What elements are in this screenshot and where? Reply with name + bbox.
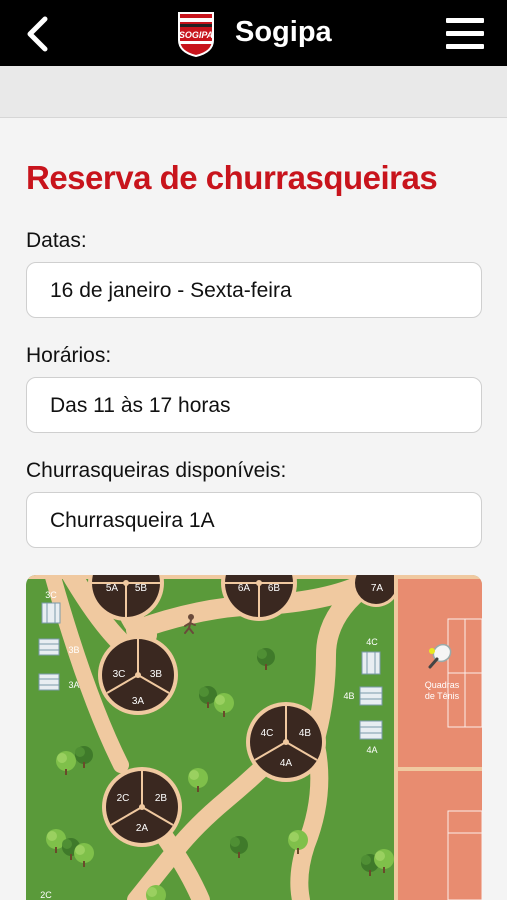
kiosk-label: 3B <box>150 669 163 680</box>
kiosk-label: 7A <box>371 583 384 594</box>
kiosk-label: 6A <box>238 583 251 594</box>
tennis-courts <box>394 575 482 900</box>
kiosk-label: 4B <box>299 728 312 739</box>
tennis-label-line2: de Tênis <box>425 691 460 701</box>
page-title: Reserva de churrasqueiras <box>26 159 438 196</box>
kiosk-label: 2B <box>155 793 168 804</box>
times-select[interactable]: Das 11 às 17 horas <box>26 377 482 433</box>
grills-select[interactable]: Churrasqueira 1A <box>26 492 482 548</box>
dates-label: Datas: <box>26 229 87 252</box>
app-header: SOGIPA Sogipa <box>0 0 507 66</box>
hamburger-menu-icon[interactable] <box>446 16 484 52</box>
table-label: 4A <box>366 745 377 755</box>
kiosk-label: 4C <box>261 728 274 739</box>
dates-value: 16 de janeiro - Sexta-feira <box>50 279 292 302</box>
kiosk-2[interactable]: 2C 2B 2A <box>102 767 182 847</box>
table-label: 4C <box>366 637 378 647</box>
kiosk-label: 2C <box>117 793 130 804</box>
park-map: 5A 5B 6A 6B 7A 3C 3B 3A 4C 4B 4A 2C 2B 2… <box>26 575 482 900</box>
kiosk-label: 4A <box>280 758 293 769</box>
kiosk-4[interactable]: 4C 4B 4A <box>246 702 326 782</box>
picnic-table-2c[interactable]: 2C <box>40 890 52 900</box>
kiosk-label: 5B <box>135 583 148 594</box>
table-label: 3B <box>68 645 79 655</box>
content-area: Reserva de churrasqueiras Datas: 16 de j… <box>0 118 507 900</box>
logo-text: SOGIPA <box>179 30 213 40</box>
dates-select[interactable]: 16 de janeiro - Sexta-feira <box>26 262 482 318</box>
table-label: 4B <box>343 691 354 701</box>
kiosk-label: 3C <box>113 669 126 680</box>
back-arrow-icon[interactable] <box>18 14 58 54</box>
table-label: 2C <box>40 890 52 900</box>
tennis-label-line1: Quadras <box>425 680 460 690</box>
kiosk-label: 3A <box>132 696 145 707</box>
kiosk-3[interactable]: 3C 3B 3A <box>98 635 178 715</box>
kiosk-label: 5A <box>106 583 119 594</box>
grills-label: Churrasqueiras disponíveis: <box>26 459 287 482</box>
sub-toolbar <box>0 66 507 118</box>
table-label: 3C <box>45 590 57 600</box>
app-title: Sogipa <box>235 16 332 48</box>
grills-value: Churrasqueira 1A <box>50 509 215 532</box>
kiosk-label: 2A <box>136 823 149 834</box>
kiosk-label: 6B <box>268 583 281 594</box>
times-label: Horários: <box>26 344 112 367</box>
times-value: Das 11 às 17 horas <box>50 394 231 417</box>
table-label: 3A <box>68 680 79 690</box>
sogipa-logo: SOGIPA <box>178 12 214 58</box>
